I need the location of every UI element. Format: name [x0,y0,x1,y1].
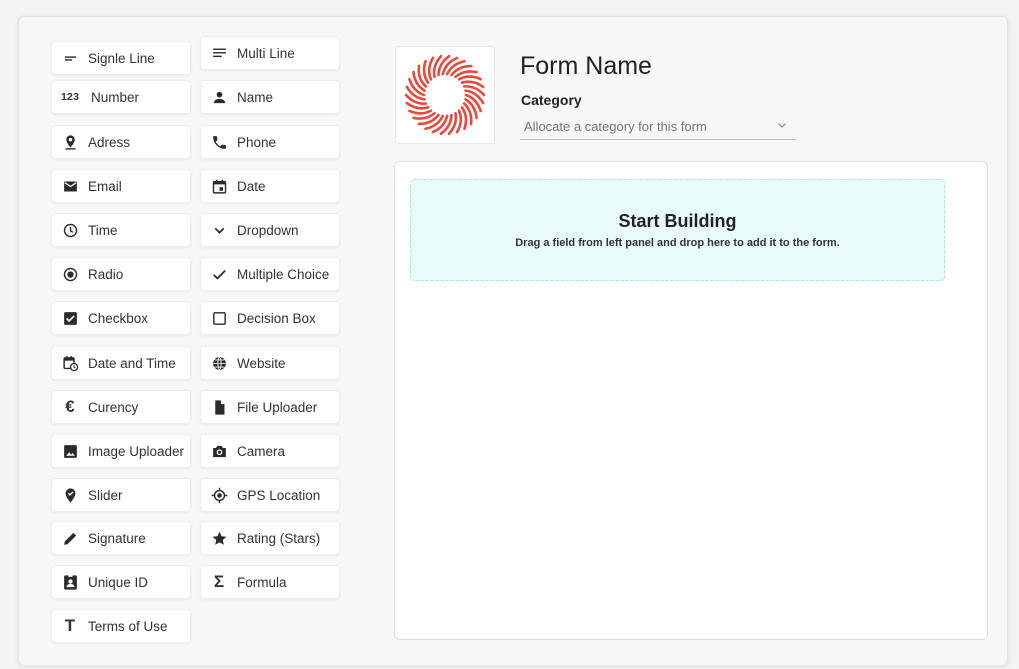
globe-icon [210,354,228,372]
field-multiple-choice-button[interactable]: Multiple Choice [200,257,340,291]
field-label: Formula [237,574,287,590]
field-label: Dropdown [237,222,299,238]
field-image-uploader-button[interactable]: Image Uploader [51,434,191,468]
field-radio-button[interactable]: Radio [51,257,191,291]
sigma-icon: Σ [213,572,225,591]
empty-checkbox-icon [210,309,228,327]
field-file-uploader-button[interactable]: File Uploader [200,390,340,424]
calendar-icon [210,177,228,195]
field-email-button[interactable]: Email [51,169,191,203]
pen-icon [61,529,79,547]
field-camera-button[interactable]: Camera [200,434,340,468]
field-label: Unique ID [88,574,149,590]
form-logo[interactable] [395,46,495,144]
field-label: Name [237,89,274,105]
field-terms-of-use-button[interactable]: T Terms of Use [51,609,191,643]
field-label: Rating (Stars) [237,530,321,546]
star-icon [210,529,228,547]
field-slider-button[interactable]: Slider [51,478,191,512]
drop-zone-title: Start Building [618,211,737,231]
field-signle-line-button[interactable]: Signle Line [51,41,191,75]
field-label: Signature [88,530,146,546]
field-label: Number [91,89,140,105]
file-icon [210,398,228,416]
gps-icon [210,486,228,504]
field-multi-line-button[interactable]: Multi Line [200,36,340,70]
field-decision-box-button[interactable]: Decision Box [200,301,340,335]
category-label: Category [521,92,582,108]
slider-pin-icon [61,486,79,504]
field-signature-button[interactable]: Signature [51,521,191,555]
short-text-icon [61,49,79,67]
field-label: Image Uploader [88,443,185,459]
field-label: Time [88,222,118,238]
drop-zone[interactable]: Start Building Drag a field from left pa… [410,179,945,281]
field-label: Radio [88,266,124,282]
field-phone-button[interactable]: Phone [200,125,340,159]
multiline-icon [210,44,228,62]
field-label: Camera [237,443,286,459]
drop-zone-subtitle: Drag a field from left panel and drop he… [515,237,840,249]
number-icon: 123 [61,91,80,103]
person-icon [210,88,228,106]
field-label: Date [237,178,266,194]
email-icon [61,177,79,195]
field-label: Phone [237,134,277,150]
phone-icon [210,133,228,151]
field-formula-button[interactable]: Σ Formula [200,565,340,599]
field-label: Decision Box [237,310,316,326]
field-website-button[interactable]: Website [200,346,340,380]
field-rating-stars-button[interactable]: Rating (Stars) [200,521,340,555]
calendar-clock-icon [61,354,79,372]
field-number-button[interactable]: 123 Number [51,80,191,114]
field-label: Email [88,178,122,194]
field-label: Adress [88,134,131,150]
field-time-button[interactable]: Time [51,213,191,247]
field-checkbox-button[interactable]: Checkbox [51,301,191,335]
field-gps-location-button[interactable]: GPS Location [200,478,340,512]
radio-icon [61,265,79,283]
field-label: Multi Line [237,45,295,61]
chevron-down-icon [210,221,228,239]
field-label: Terms of Use [88,618,168,634]
field-label: Multiple Choice [237,266,330,282]
category-select[interactable]: Allocate a category for this form [520,114,796,140]
field-label: GPS Location [237,487,321,503]
field-dropdown-button[interactable]: Dropdown [200,213,340,247]
field-label: Curency [88,399,139,415]
field-unique-id-button[interactable]: Unique ID [51,565,191,599]
field-label: Checkbox [88,310,149,326]
brand-logo-icon [404,54,486,136]
id-badge-icon [61,573,79,591]
field-label: Slider [88,487,123,503]
field-curency-button[interactable]: € Curency [51,390,191,424]
camera-icon [210,442,228,460]
field-label: Date and Time [88,355,176,371]
euro-icon: € [65,397,75,416]
field-name-button[interactable]: Name [200,80,340,114]
field-label: Website [237,355,286,371]
form-title[interactable]: Form Name [520,52,652,81]
text-t-icon: T [64,616,76,635]
field-adress-button[interactable]: Adress [51,125,191,159]
chevron-down-icon [776,119,788,134]
field-date-and-time-button[interactable]: Date and Time [51,346,191,380]
checkbox-icon [61,309,79,327]
form-canvas[interactable]: Start Building Drag a field from left pa… [394,161,988,640]
field-label: Signle Line [88,50,155,66]
location-pin-icon [61,133,79,151]
check-icon [210,265,228,283]
field-label: File Uploader [237,399,318,415]
clock-icon [61,221,79,239]
image-icon [61,442,79,460]
category-placeholder: Allocate a category for this form [524,119,707,134]
field-date-button[interactable]: Date [200,169,340,203]
